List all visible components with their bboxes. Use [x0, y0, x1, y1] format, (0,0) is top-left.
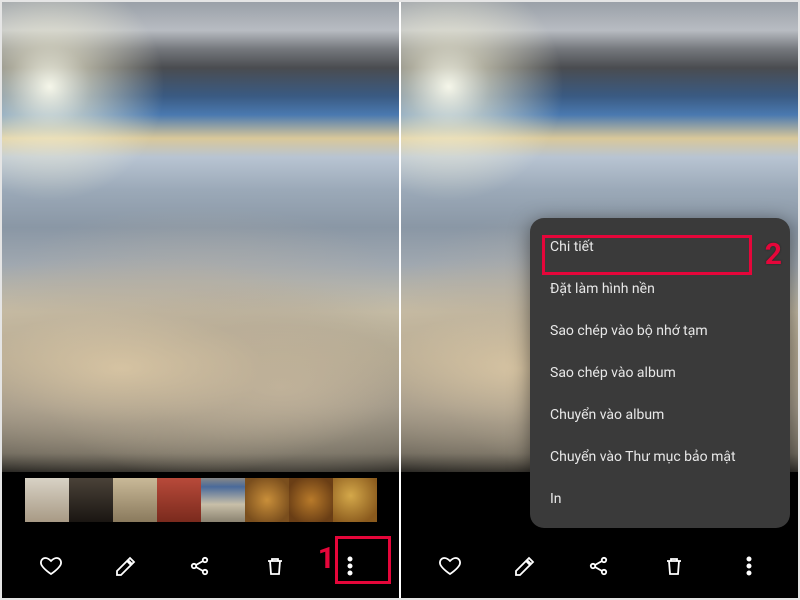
more-button[interactable] — [725, 542, 773, 590]
edit-button[interactable] — [501, 542, 549, 590]
more-button[interactable] — [326, 542, 374, 590]
menu-item-copy-clipboard[interactable]: Sao chép vào bộ nhớ tạm — [530, 310, 790, 352]
edit-button[interactable] — [102, 542, 150, 590]
menu-item-move-album[interactable]: Chuyển vào album — [530, 394, 790, 436]
thumbnail-selected[interactable] — [201, 478, 245, 522]
bottom-toolbar — [401, 534, 798, 598]
tutorial-two-panel: 1 Chi tiết Đặt làm hình nền — [0, 0, 800, 600]
menu-item-set-wallpaper[interactable]: Đặt làm hình nền — [530, 268, 790, 310]
delete-button[interactable] — [650, 542, 698, 590]
thumbnail[interactable] — [289, 478, 333, 522]
share-button[interactable] — [176, 542, 224, 590]
menu-item-move-secure[interactable]: Chuyển vào Thư mục bảo mật — [530, 436, 790, 478]
favorite-button[interactable] — [27, 542, 75, 590]
favorite-button[interactable] — [426, 542, 474, 590]
thumbnail[interactable] — [157, 478, 201, 522]
more-vertical-icon — [737, 554, 761, 578]
thumbnail[interactable] — [333, 478, 377, 522]
thumbnail-strip[interactable] — [2, 478, 399, 522]
menu-item-details[interactable]: Chi tiết — [530, 226, 790, 268]
share-icon — [188, 554, 212, 578]
thumbnail[interactable] — [25, 478, 69, 522]
menu-item-print[interactable]: In — [530, 478, 790, 520]
trash-icon — [263, 554, 287, 578]
phone-screenshot-right: Chi tiết Đặt làm hình nền Sao chép vào b… — [401, 2, 798, 598]
heart-icon — [438, 554, 462, 578]
pencil-icon — [513, 554, 537, 578]
sky-clouds-photo — [2, 2, 399, 472]
context-menu: Chi tiết Đặt làm hình nền Sao chép vào b… — [530, 218, 790, 528]
menu-item-copy-album[interactable]: Sao chép vào album — [530, 352, 790, 394]
share-button[interactable] — [575, 542, 623, 590]
bottom-toolbar — [2, 534, 399, 598]
pencil-icon — [114, 554, 138, 578]
more-vertical-icon — [338, 554, 362, 578]
thumbnail[interactable] — [69, 478, 113, 522]
phone-screenshot-left: 1 — [2, 2, 399, 598]
heart-icon — [39, 554, 63, 578]
thumbnail[interactable] — [245, 478, 289, 522]
share-icon — [587, 554, 611, 578]
delete-button[interactable] — [251, 542, 299, 590]
trash-icon — [662, 554, 686, 578]
thumbnail[interactable] — [113, 478, 157, 522]
main-photo[interactable] — [2, 2, 399, 472]
